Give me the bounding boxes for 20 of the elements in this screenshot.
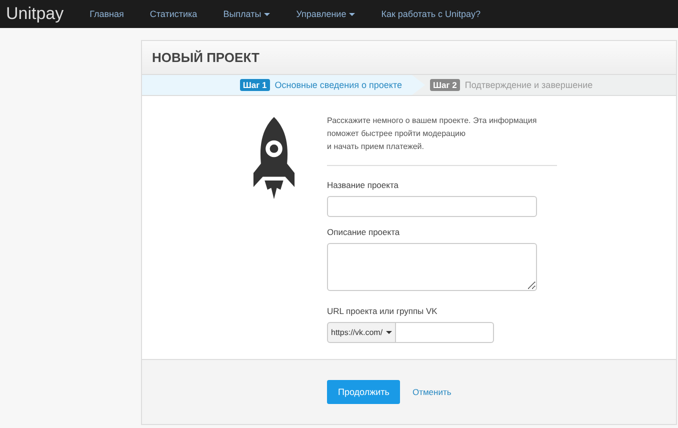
nav-link[interactable]: Главная <box>90 9 124 19</box>
nav-link[interactable]: Выплаты <box>223 9 270 19</box>
brand-logo[interactable]: Unitpay <box>6 4 64 24</box>
caret-icon <box>264 12 270 16</box>
step-tab[interactable]: Шаг 1 Основные сведения о проекте <box>142 75 425 95</box>
url-input-field[interactable] <box>396 322 494 343</box>
step-tab[interactable]: Шаг 2 Подтверждение и завершение <box>425 75 593 95</box>
prefix-dropdown[interactable]: https://vk.com/ <box>327 322 396 343</box>
panel-title: НОВЫЙ ПРОЕКТ <box>152 50 260 65</box>
input-field[interactable] <box>327 196 537 217</box>
nav-link[interactable]: Как работать с Unitpay? <box>381 9 481 19</box>
nav-link[interactable]: Управление <box>296 9 356 19</box>
caret-icon <box>349 12 356 16</box>
field-label: Название проекта <box>327 180 400 190</box>
intro-text: Расскажите немного о вашем проекте. Эта информация поможет быстрее пройти модерацию и начать прием платежей. <box>327 115 538 153</box>
field-label: URL проекта или группы VK <box>327 306 438 316</box>
field-label: Описание проекта <box>327 227 401 237</box>
nav-link[interactable]: Статистика <box>150 9 198 19</box>
cancel-link[interactable]: Отменить <box>412 387 452 397</box>
textarea-field[interactable] <box>327 243 537 291</box>
